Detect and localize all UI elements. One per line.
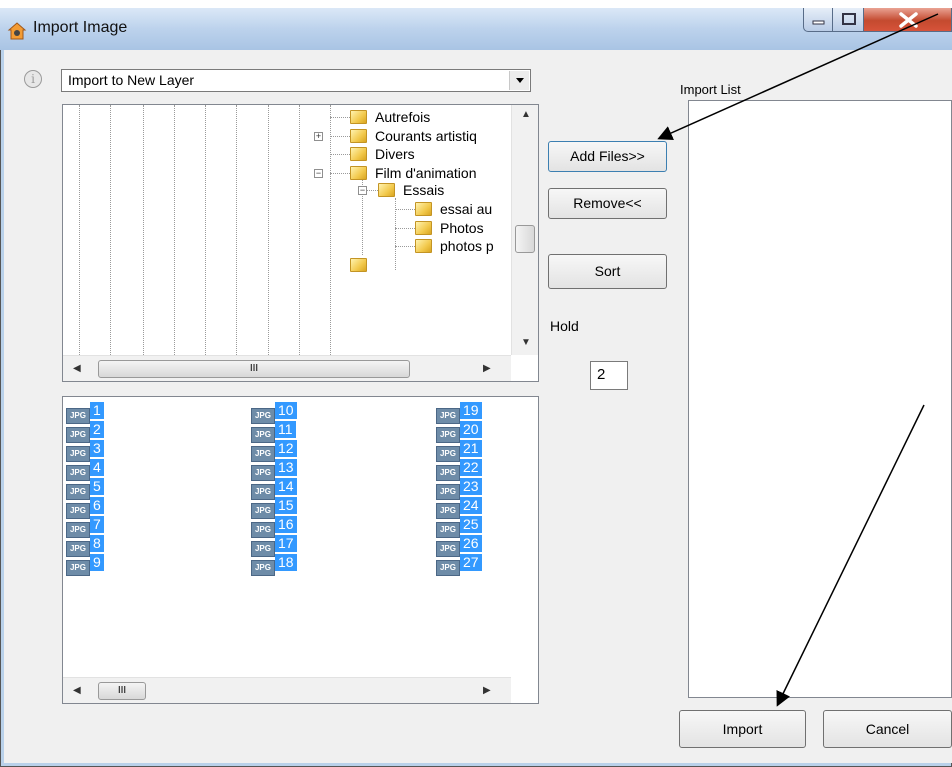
maximize-button[interactable] — [832, 8, 864, 32]
tree-item[interactable]: Divers — [350, 145, 415, 163]
tree-vertical-scrollbar[interactable]: ▲ ▼ — [511, 105, 538, 355]
tree-item[interactable]: photos p — [415, 237, 494, 255]
import-list-label: Import List — [680, 82, 741, 97]
folder-tree[interactable]: Autrefois + Courants artistiq Divers − F… — [62, 104, 539, 382]
scrollbar-thumb[interactable]: III — [98, 360, 410, 378]
remove-button[interactable]: Remove<< — [548, 188, 667, 219]
file-list-horizontal-scrollbar[interactable]: ◀ III ▶ — [63, 677, 511, 703]
import-list[interactable] — [688, 100, 952, 698]
file-item[interactable]: JPG 9 — [66, 553, 104, 576]
hold-label: Hold — [550, 318, 579, 334]
folder-icon — [350, 147, 367, 161]
folder-icon — [415, 202, 432, 216]
file-item[interactable]: JPG 5 — [66, 477, 104, 500]
scrollbar-thumb[interactable] — [515, 225, 535, 253]
file-item[interactable]: JPG 25 — [436, 515, 482, 538]
file-item[interactable]: JPG 12 — [251, 439, 297, 462]
file-item[interactable]: JPG 17 — [251, 534, 297, 557]
file-item[interactable]: JPG 4 — [66, 458, 104, 481]
file-list[interactable]: JPG 1 JPG 2 JPG 3 JPG 4 JPG 5 JPG 6 JPG 7 JPG 8 … — [62, 396, 539, 704]
folder-icon — [415, 221, 432, 235]
tree-item[interactable]: Film d'animation — [350, 164, 477, 182]
folder-icon — [415, 239, 432, 253]
scroll-left-icon[interactable]: ◀ — [73, 363, 81, 374]
info-icon: i — [24, 70, 42, 88]
hold-input[interactable]: 2 — [590, 361, 628, 390]
file-item[interactable]: JPG 11 — [251, 420, 296, 443]
layer-select-value: Import to New Layer — [68, 72, 195, 88]
tree-horizontal-scrollbar[interactable]: ◀ III ▶ — [63, 355, 511, 381]
cancel-button[interactable]: Cancel — [823, 710, 952, 748]
file-item[interactable]: JPG 19 — [436, 401, 482, 424]
close-icon — [899, 12, 918, 28]
file-item[interactable]: JPG 21 — [436, 439, 482, 462]
file-item[interactable]: JPG 1 — [66, 401, 104, 424]
file-item[interactable]: JPG 10 — [251, 401, 297, 424]
file-item[interactable]: JPG 8 — [66, 534, 104, 557]
scroll-up-icon[interactable]: ▲ — [521, 109, 531, 120]
import-button[interactable]: Import — [679, 710, 806, 748]
jpg-file-icon: JPG — [251, 560, 275, 576]
close-button[interactable] — [863, 8, 952, 32]
dropdown-button[interactable] — [509, 71, 529, 90]
tree-item[interactable]: Photos — [415, 219, 484, 237]
jpg-file-icon: JPG — [436, 560, 460, 576]
file-item[interactable]: JPG 20 — [436, 420, 482, 443]
scroll-left-icon[interactable]: ◀ — [73, 685, 81, 696]
file-item[interactable]: JPG 3 — [66, 439, 104, 462]
window-title: Import Image — [33, 19, 128, 36]
add-files-button[interactable]: Add Files>> — [548, 141, 667, 172]
chevron-down-icon — [516, 78, 524, 83]
maximize-icon — [842, 13, 856, 25]
jpg-file-icon: JPG — [66, 560, 90, 576]
file-item[interactable]: JPG 18 — [251, 553, 297, 576]
collapse-toggle[interactable]: − — [314, 169, 323, 178]
file-item[interactable]: JPG 27 — [436, 553, 482, 576]
scroll-right-icon[interactable]: ▶ — [483, 363, 491, 374]
scroll-down-icon[interactable]: ▼ — [521, 337, 531, 348]
folder-icon — [350, 110, 367, 124]
file-item[interactable]: JPG 22 — [436, 458, 482, 481]
expand-toggle[interactable]: + — [314, 132, 323, 141]
file-item[interactable]: JPG 23 — [436, 477, 482, 500]
file-item[interactable]: JPG 6 — [66, 496, 104, 519]
tree-item[interactable]: Courants artistiq — [350, 127, 477, 145]
folder-icon — [350, 258, 367, 272]
minimize-icon — [812, 20, 825, 25]
scroll-right-icon[interactable]: ▶ — [483, 685, 491, 696]
file-item[interactable]: JPG 13 — [251, 458, 297, 481]
tree-item[interactable]: essai au — [415, 200, 492, 218]
minimize-button[interactable] — [803, 8, 833, 32]
file-item[interactable]: JPG 14 — [251, 477, 297, 500]
file-item[interactable]: JPG 2 — [66, 420, 104, 443]
tree-item[interactable]: Autrefois — [350, 108, 430, 126]
app-icon — [7, 22, 27, 40]
file-item[interactable]: JPG 26 — [436, 534, 482, 557]
collapse-toggle[interactable]: − — [358, 186, 367, 195]
folder-icon — [350, 166, 367, 180]
file-item[interactable]: JPG 24 — [436, 496, 482, 519]
tree-item[interactable]: Essais — [378, 181, 444, 199]
folder-icon — [350, 129, 367, 143]
tree-item-partial[interactable] — [350, 256, 375, 274]
file-item[interactable]: JPG 7 — [66, 515, 104, 538]
file-item[interactable]: JPG 16 — [251, 515, 297, 538]
scrollbar-thumb[interactable]: III — [98, 682, 146, 700]
folder-icon — [378, 183, 395, 197]
sort-button[interactable]: Sort — [548, 254, 667, 289]
file-item[interactable]: JPG 15 — [251, 496, 297, 519]
